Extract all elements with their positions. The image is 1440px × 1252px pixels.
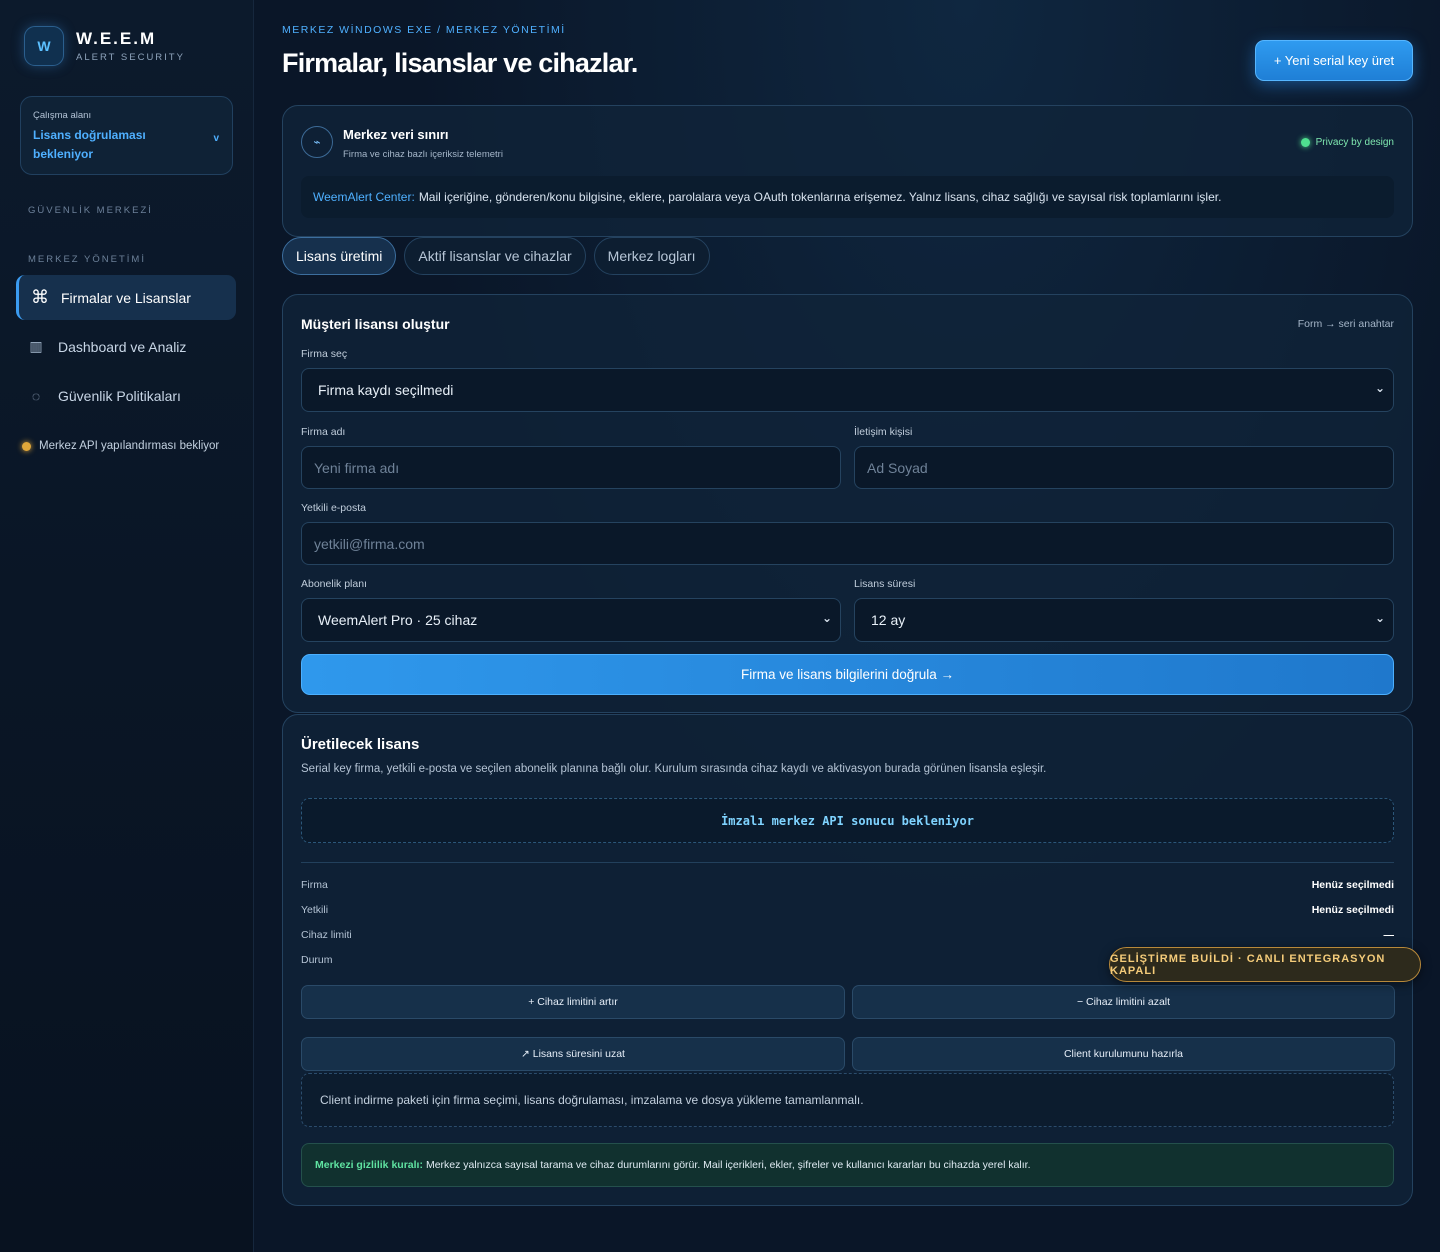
email-input[interactable]: yetkili@firma.com xyxy=(301,522,1394,565)
sidebar-item-label: Güvenlik Politikaları xyxy=(58,387,181,404)
limit-subtitle: Firma ve cihaz bazlı içeriksiz telemetri xyxy=(343,149,503,160)
limit-note: WeemAlert Center: Mail içeriğine, gönder… xyxy=(301,176,1394,218)
tab-active-licenses[interactable]: Aktif lisanslar ve cihazlar xyxy=(404,237,586,275)
decrease-device-limit-button[interactable]: − Cihaz limitini azalt xyxy=(852,985,1395,1019)
privacy-badge-text: Privacy by design xyxy=(1315,137,1394,148)
shield-icon: ◌ xyxy=(31,387,41,404)
increase-device-limit-button[interactable]: + Cihaz limitini artır xyxy=(301,985,845,1019)
api-status-text: Merkez API yapılandırması bekliyor xyxy=(39,440,220,452)
plan-select[interactable]: WeemAlert Pro · 25 cihaz ⌄ xyxy=(301,598,841,642)
new-serial-key-button[interactable]: + Yeni serial key üret xyxy=(1255,40,1413,81)
sidebar: W W.E.E.M ALERT SECURITY Çalışma alanı L… xyxy=(0,0,254,1252)
contact-label: İletişim kişisi xyxy=(854,426,913,438)
company-select[interactable]: Firma kaydı seçilmedi ⌄ xyxy=(301,368,1394,412)
row-value-contact: Henüz seçilmedi xyxy=(1311,904,1394,916)
status-dot-icon xyxy=(1300,138,1310,147)
row-key-status: Durum xyxy=(301,954,333,966)
company-name-input[interactable]: Yeni firma adı xyxy=(301,446,841,489)
sidebar-item-label: Dashboard ve Analiz xyxy=(58,338,187,355)
privacy-rule-text: Merkez yalnızca sayısal tarama ve cihaz … xyxy=(425,1159,1031,1171)
company-select-value: Firma kaydı seçilmedi xyxy=(318,382,454,398)
pending-result: İmzalı merkez API sonucu bekleniyor xyxy=(301,798,1394,843)
chevron-down-icon: ⌄ xyxy=(1374,381,1385,395)
dev-build-badge: GELİŞTİRME BUİLDİ · CANLI ENTEGRASYON KA… xyxy=(1109,947,1421,982)
workspace-selector[interactable]: Çalışma alanı Lisans doğrulaması bekleni… xyxy=(20,96,233,175)
limit-title: Merkez veri sınırı xyxy=(343,127,449,142)
pulse-icon: ⌁ xyxy=(301,126,333,158)
plan-label: Abonelik planı xyxy=(301,578,367,590)
tab-center-logs[interactable]: Merkez logları xyxy=(593,237,710,275)
duration-label: Lisans süresi xyxy=(854,578,916,590)
privacy-rule: Merkezi gizlilik kuralı: Merkez yalnızca… xyxy=(301,1143,1394,1187)
email-label: Yetkili e-posta xyxy=(301,502,366,514)
limit-note-label: WeemAlert Center: xyxy=(313,190,415,204)
client-note: Client indirme paketi için firma seçimi,… xyxy=(301,1073,1394,1127)
row-value-company: Henüz seçilmedi xyxy=(1311,879,1394,891)
breadcrumb: MERKEZ WİNDOWS EXE / MERKEZ YÖNETİMİ xyxy=(282,24,566,36)
main-content: MERKEZ WİNDOWS EXE / MERKEZ YÖNETİMİ Fir… xyxy=(254,0,1440,1252)
app-window: W W.E.E.M ALERT SECURITY Çalışma alanı L… xyxy=(0,0,1440,1252)
contact-input[interactable]: Ad Soyad xyxy=(854,446,1394,489)
sidebar-item-companies-licenses[interactable]: ⌘ Firmalar ve Lisanslar xyxy=(16,275,236,320)
generated-description: Serial key firma, yetkili e-posta ve seç… xyxy=(301,763,1047,775)
license-form-card: Müşteri lisansı oluştur Form → seri anah… xyxy=(282,294,1413,713)
sidebar-item-label: Firmalar ve Lisanslar xyxy=(61,289,191,306)
command-icon: ⌘ xyxy=(31,287,49,307)
row-value-device-limit: — xyxy=(1383,929,1395,941)
plan-select-value: WeemAlert Pro · 25 cihaz xyxy=(318,612,478,628)
verify-button[interactable]: Firma ve lisans bilgilerini doğrula → xyxy=(301,654,1394,695)
api-status: Merkez API yapılandırması bekliyor xyxy=(22,440,237,452)
company-name-label: Firma adı xyxy=(301,426,346,438)
page-title: Firmalar, lisanslar ve cihazlar. xyxy=(282,48,638,78)
nav-section-management: MERKEZ YÖNETİMİ xyxy=(28,254,146,265)
extend-license-button[interactable]: ↗ Lisans süresini uzat xyxy=(301,1037,845,1071)
generated-title: Üretilecek lisans xyxy=(301,736,420,753)
chevron-down-icon: v xyxy=(213,133,219,144)
brand-subtitle: ALERT SECURITY xyxy=(76,52,185,63)
privacy-badge: Privacy by design xyxy=(1300,137,1394,148)
duration-select[interactable]: 12 ay ⌄ xyxy=(854,598,1394,642)
limit-note-text: Mail içeriğine, gönderen/konu bilgisine,… xyxy=(418,190,1222,204)
brand-title: W.E.E.M xyxy=(76,29,157,48)
nav-section-security: GÜVENLİK MERKEZİ xyxy=(28,205,153,216)
row-key-contact: Yetkili xyxy=(301,904,329,916)
company-select-label: Firma seç xyxy=(301,348,348,360)
brand-logo: W xyxy=(24,26,64,66)
chevron-down-icon: ⌄ xyxy=(1374,611,1385,625)
form-title: Müşteri lisansı oluştur xyxy=(301,316,450,332)
chevron-down-icon: ⌄ xyxy=(821,611,832,625)
row-key-company: Firma xyxy=(301,879,328,891)
privacy-rule-label: Merkezi gizlilik kuralı: xyxy=(315,1159,423,1171)
tab-license-generation[interactable]: Lisans üretimi xyxy=(282,237,397,275)
status-dot-icon xyxy=(22,441,31,451)
row-key-device-limit: Cihaz limiti xyxy=(301,929,352,941)
workspace-value: Lisans doğrulaması bekleniyor xyxy=(33,128,146,161)
tab-bar: Lisans üretimi Aktif lisanslar ve cihazl… xyxy=(282,237,710,275)
sidebar-item-dashboard[interactable]: ▥ Dashboard ve Analiz xyxy=(16,324,236,369)
chart-icon: ▥ xyxy=(29,338,43,354)
data-limit-card: ⌁ Merkez veri sınırı Firma ve cihaz bazl… xyxy=(282,105,1413,237)
prepare-client-button[interactable]: Client kurulumunu hazırla xyxy=(852,1037,1395,1071)
sidebar-item-security-policies[interactable]: ◌ Güvenlik Politikaları xyxy=(16,373,236,418)
brand-text: W.E.E.M ALERT SECURITY xyxy=(76,29,185,63)
duration-select-value: 12 ay xyxy=(871,612,906,628)
divider xyxy=(301,862,1394,863)
brand[interactable]: W W.E.E.M ALERT SECURITY xyxy=(24,26,237,66)
form-hint: Form → seri anahtar xyxy=(1297,318,1394,330)
workspace-label: Çalışma alanı xyxy=(33,110,92,121)
